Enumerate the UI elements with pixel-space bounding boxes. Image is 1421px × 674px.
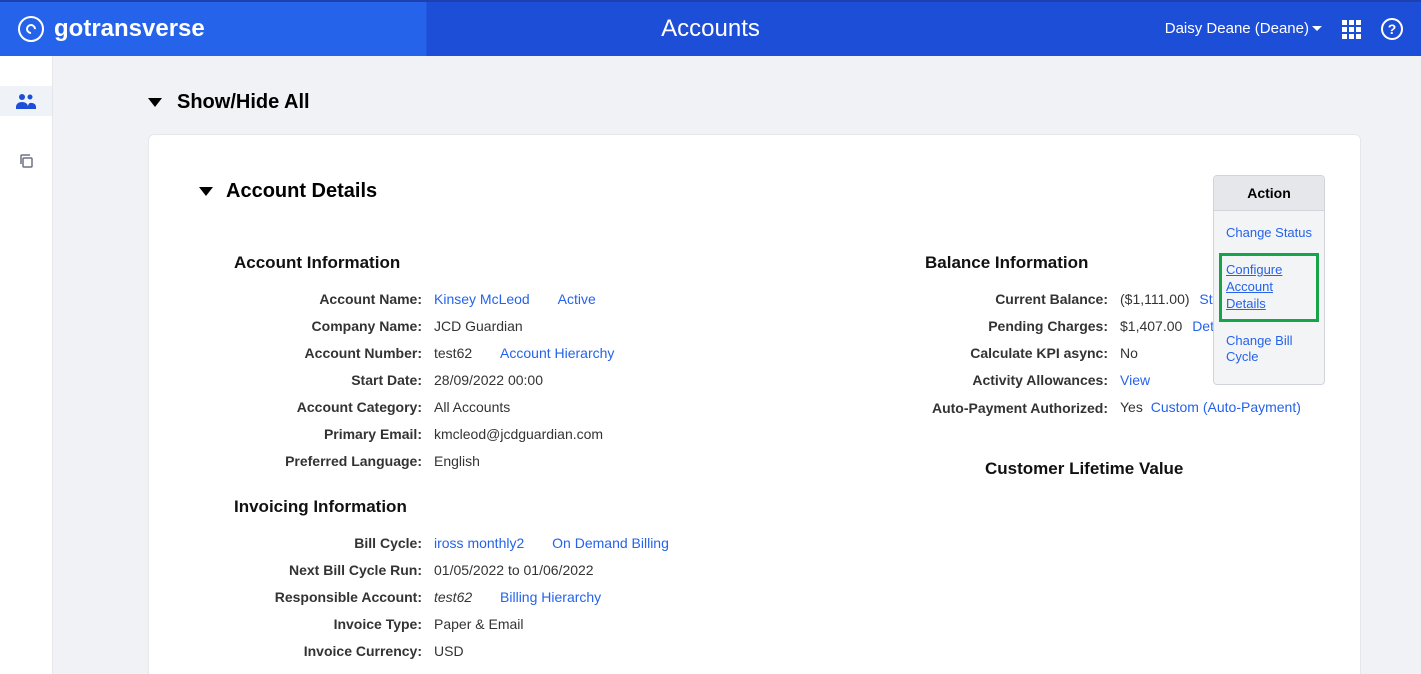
value-autopay: Yes bbox=[1120, 399, 1143, 415]
label-account-name: Account Name: bbox=[194, 291, 434, 307]
label-next-run: Next Bill Cycle Run: bbox=[194, 562, 434, 578]
allowances-view-link[interactable]: View bbox=[1120, 372, 1150, 388]
label-responsible: Responsible Account: bbox=[194, 589, 434, 605]
label-category: Account Category: bbox=[194, 399, 434, 415]
value-currency: USD bbox=[434, 643, 464, 659]
account-info-title: Account Information bbox=[234, 253, 865, 273]
label-start: Start Date: bbox=[194, 372, 434, 388]
sidebar bbox=[0, 56, 53, 674]
logo-icon bbox=[18, 16, 44, 42]
app-header: gotransverse Accounts Daisy Deane (Deane… bbox=[0, 0, 1421, 56]
action-header: Action bbox=[1214, 176, 1324, 211]
show-hide-label: Show/Hide All bbox=[177, 91, 310, 114]
value-responsible: test62 bbox=[434, 589, 472, 605]
change-bill-cycle-link[interactable]: Change Bill Cycle bbox=[1226, 333, 1312, 367]
account-name-link[interactable]: Kinsey McLeod bbox=[434, 291, 530, 307]
user-menu[interactable]: Daisy Deane (Deane) bbox=[1165, 20, 1322, 38]
caret-down-icon bbox=[148, 98, 162, 107]
sidebar-item-accounts[interactable] bbox=[0, 86, 52, 116]
copy-icon bbox=[18, 153, 34, 169]
value-kpi: No bbox=[1120, 345, 1138, 361]
page-title: Accounts bbox=[661, 15, 760, 43]
user-name: Daisy Deane (Deane) bbox=[1165, 20, 1309, 37]
users-icon bbox=[16, 93, 36, 109]
value-pending: $1,407.00 bbox=[1120, 318, 1182, 334]
invoicing-title: Invoicing Information bbox=[234, 497, 865, 517]
label-pending: Pending Charges: bbox=[925, 318, 1120, 334]
account-hierarchy-link[interactable]: Account Hierarchy bbox=[500, 345, 614, 361]
label-email: Primary Email: bbox=[194, 426, 434, 442]
label-company: Company Name: bbox=[194, 318, 434, 334]
help-icon[interactable]: ? bbox=[1381, 18, 1403, 40]
value-email: kmcleod@jcdguardian.com bbox=[434, 426, 603, 442]
label-number: Account Number: bbox=[194, 345, 434, 361]
details-card: Account Details Action Change Status Con… bbox=[148, 134, 1361, 674]
brand-text: gotransverse bbox=[54, 15, 205, 43]
value-number: test62 bbox=[434, 345, 472, 361]
section-toggle[interactable]: Account Details bbox=[194, 180, 1325, 203]
value-current-balance: ($1,111.00) bbox=[1120, 291, 1190, 307]
sidebar-item-copy[interactable] bbox=[0, 146, 52, 176]
autopay-link[interactable]: Custom (Auto-Payment) bbox=[1151, 399, 1301, 415]
caret-down-icon bbox=[1312, 26, 1322, 31]
change-status-link[interactable]: Change Status bbox=[1226, 225, 1312, 242]
show-hide-toggle[interactable]: Show/Hide All bbox=[148, 91, 1361, 114]
value-company: JCD Guardian bbox=[434, 318, 523, 334]
label-current-balance: Current Balance: bbox=[925, 291, 1120, 307]
label-currency: Invoice Currency: bbox=[194, 643, 434, 659]
brand-logo[interactable]: gotransverse bbox=[0, 2, 420, 56]
caret-down-icon bbox=[199, 187, 213, 196]
status-link[interactable]: Active bbox=[558, 291, 596, 307]
label-invoice-type: Invoice Type: bbox=[194, 616, 434, 632]
billing-hierarchy-link[interactable]: Billing Hierarchy bbox=[500, 589, 601, 605]
label-language: Preferred Language: bbox=[194, 453, 434, 469]
action-panel: Action Change Status Configure Account D… bbox=[1213, 175, 1325, 385]
apps-icon[interactable] bbox=[1342, 20, 1361, 39]
value-start: 28/09/2022 00:00 bbox=[434, 372, 543, 388]
clv-title: Customer Lifetime Value bbox=[985, 459, 1325, 479]
value-next-run: 01/05/2022 to 01/06/2022 bbox=[434, 562, 594, 578]
main-content: Show/Hide All Account Details Action Cha… bbox=[53, 56, 1421, 674]
label-kpi: Calculate KPI async: bbox=[925, 345, 1120, 361]
configure-account-link[interactable]: Configure Account Details bbox=[1219, 253, 1319, 322]
on-demand-billing-link[interactable]: On Demand Billing bbox=[552, 535, 669, 551]
value-category: All Accounts bbox=[434, 399, 510, 415]
label-allowances: Activity Allowances: bbox=[925, 372, 1120, 388]
label-bill-cycle: Bill Cycle: bbox=[194, 535, 434, 551]
section-title: Account Details bbox=[226, 180, 377, 203]
value-language: English bbox=[434, 453, 480, 469]
bill-cycle-link[interactable]: iross monthly2 bbox=[434, 535, 524, 551]
value-invoice-type: Paper & Email bbox=[434, 616, 523, 632]
label-autopay: Auto-Payment Authorized: bbox=[925, 399, 1120, 417]
